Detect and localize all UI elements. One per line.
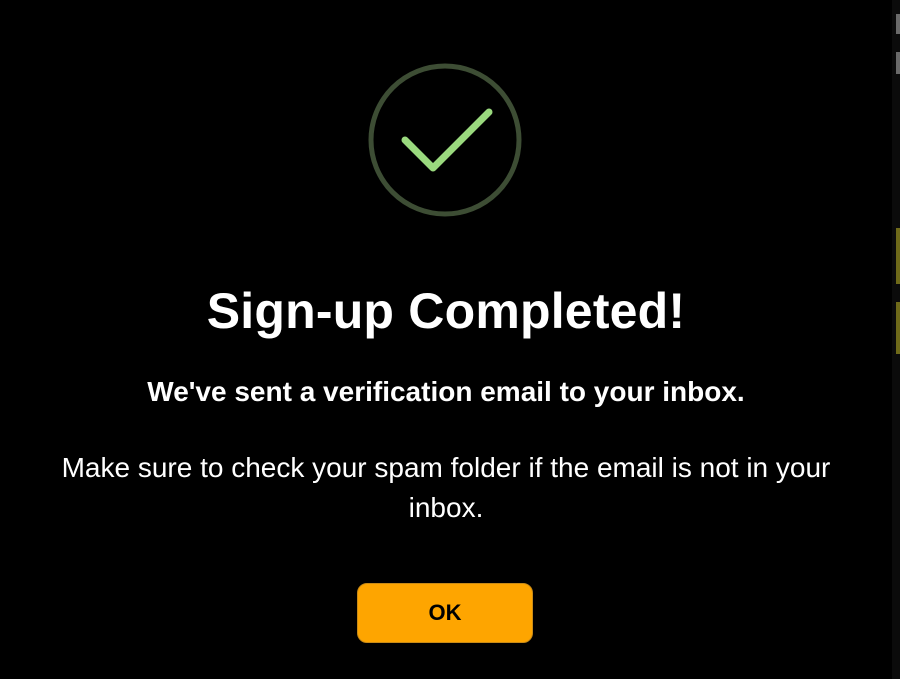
background-edge-mark xyxy=(896,14,900,34)
checkmark-ring xyxy=(368,63,522,217)
dialog-message: Make sure to check your spam folder if t… xyxy=(61,452,831,523)
signup-success-dialog: Sign-up Completed! We've sent a verifica… xyxy=(0,0,892,679)
dialog-title: Sign-up Completed! xyxy=(206,283,686,339)
background-edge-mark xyxy=(896,302,900,354)
background-edge-mark xyxy=(896,228,900,284)
checkmark-circle-icon xyxy=(367,62,523,218)
dialog-subtitle: We've sent a verification email to your … xyxy=(147,376,745,407)
background-edge-mark xyxy=(896,52,900,74)
ok-button[interactable]: OK xyxy=(357,583,533,643)
checkmark-icon xyxy=(401,108,493,172)
